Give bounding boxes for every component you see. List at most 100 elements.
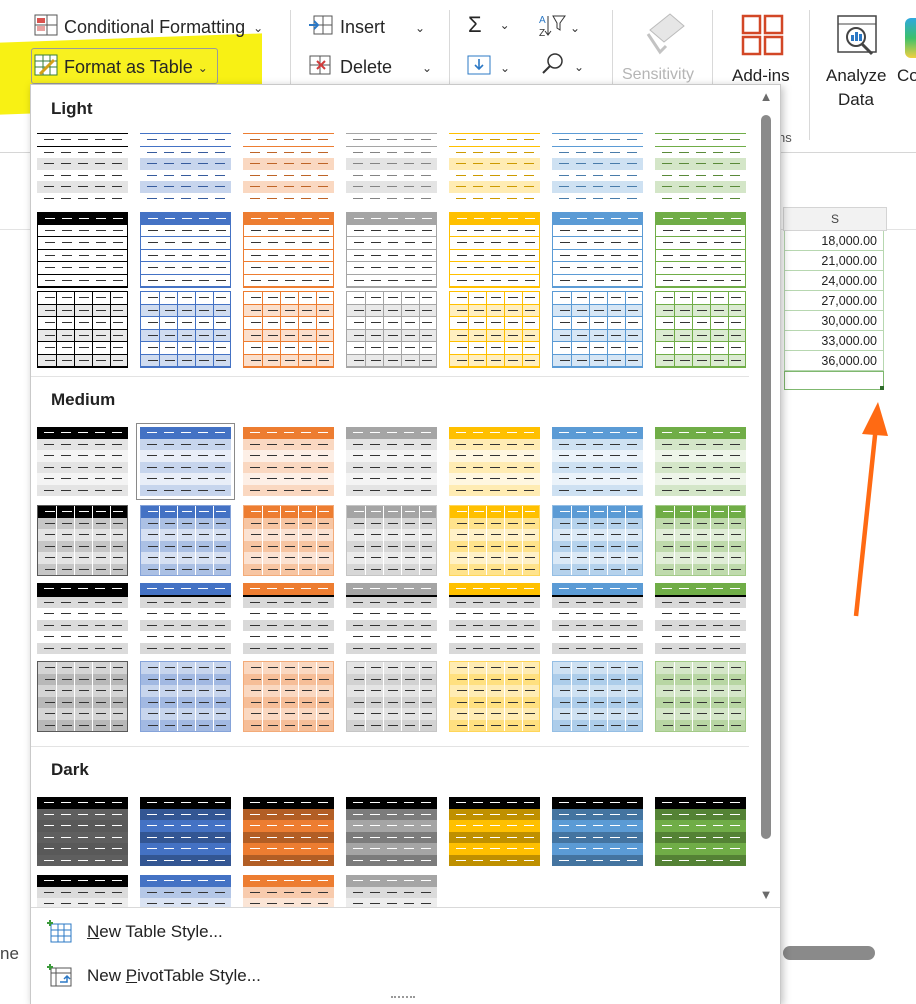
conditional-formatting-button[interactable]: Conditional Formatting ⌄ [34,14,263,41]
sort-filter-button[interactable]: AZ ⌄ [538,12,580,43]
copilot-button-partial[interactable]: Co [897,66,916,86]
table-style-swatch[interactable] [37,427,128,496]
table-style-swatch[interactable] [140,291,231,368]
table-style-swatch[interactable] [655,291,746,368]
sheet-tab-fragment[interactable]: ne [0,944,19,964]
table-style-swatch[interactable] [655,505,746,576]
table-style-swatch[interactable] [655,427,746,496]
table-style-swatch[interactable] [140,661,231,732]
table-style-swatch[interactable] [140,875,231,910]
table-style-swatch[interactable] [243,875,334,910]
cell-s-value[interactable]: 24,000.00 [784,271,884,291]
resize-grip[interactable] [391,996,415,1001]
table-style-swatch[interactable] [552,212,643,288]
cell-s-value[interactable]: 18,000.00 [784,231,884,251]
autosum-button[interactable]: Σ ⌄ [468,12,510,38]
table-style-swatch[interactable] [552,583,643,654]
table-style-swatch[interactable] [37,583,128,654]
table-style-swatch[interactable] [449,797,540,866]
table-style-swatch[interactable] [655,583,746,654]
table-style-swatch[interactable] [140,505,231,576]
table-style-swatch[interactable] [655,797,746,866]
table-style-swatch[interactable] [655,212,746,288]
table-style-swatch[interactable] [346,797,437,866]
table-style-swatch[interactable] [243,661,334,732]
swatch-dash [593,588,603,589]
table-style-swatch[interactable] [243,505,334,576]
swatch-dash [79,690,89,691]
table-style-swatch[interactable] [136,423,235,500]
swatch-dash [370,443,380,445]
table-style-swatch[interactable] [346,133,437,204]
table-style-swatch[interactable] [243,212,334,288]
swatch-dash [525,242,535,243]
column-header-s[interactable]: S [783,207,887,231]
table-style-swatch[interactable] [449,133,540,204]
swatch-row [553,529,642,541]
table-style-swatch[interactable] [140,212,231,288]
table-style-swatch[interactable] [449,291,540,368]
sensitivity-button[interactable]: Sensitivity [622,66,694,84]
table-style-swatch[interactable] [552,427,643,496]
table-style-swatch[interactable] [37,875,128,910]
cell-s-value[interactable]: 36,000.00 [784,351,884,371]
table-style-swatch[interactable] [243,797,334,866]
table-style-swatch[interactable] [552,291,643,368]
insert-button[interactable]: Insert ⌄ [308,14,425,41]
table-style-swatch[interactable] [140,133,231,204]
new-table-style-item[interactable]: New Table Style... [47,912,223,952]
scrollbar-thumb[interactable] [761,115,771,839]
gallery-scrollbar[interactable]: ▲ ▼ [758,89,774,907]
scroll-down-icon[interactable]: ▼ [759,888,773,901]
table-style-swatch[interactable] [655,661,746,732]
table-style-swatch[interactable] [552,505,643,576]
table-style-swatch[interactable] [449,212,540,288]
table-style-swatch[interactable] [449,427,540,496]
table-style-swatch[interactable] [346,291,437,368]
table-style-swatch[interactable] [37,291,128,368]
resize-handle[interactable] [880,386,884,390]
table-style-swatch[interactable] [449,583,540,654]
table-style-swatch[interactable] [552,797,643,866]
table-style-swatch[interactable] [346,212,437,288]
table-style-swatch[interactable] [37,133,128,204]
delete-button[interactable]: Delete ⌄ [308,54,432,81]
analyze-data-label-line1[interactable]: Analyze [826,66,886,86]
table-style-swatch[interactable] [346,875,437,910]
swatch-dash [611,557,621,558]
table-style-swatch[interactable] [37,505,128,576]
swatch-gridline [74,506,75,518]
cell-s-value[interactable]: 21,000.00 [784,251,884,271]
table-style-swatch[interactable] [449,505,540,576]
table-style-swatch[interactable] [243,583,334,654]
fill-button[interactable]: ⌄ [466,54,510,81]
table-style-swatch[interactable] [37,212,128,288]
table-style-swatch[interactable] [346,583,437,654]
format-as-table-button[interactable]: Format as Table ⌄ [34,54,208,81]
swatch-row [450,224,539,237]
table-style-swatch[interactable] [655,133,746,204]
find-select-button[interactable]: ⌄ [540,52,584,81]
table-style-swatch[interactable] [243,291,334,368]
table-style-swatch[interactable] [243,133,334,204]
table-style-swatch[interactable] [346,661,437,732]
table-resize-cell[interactable] [784,371,884,390]
table-style-swatch[interactable] [243,427,334,496]
cell-s-value[interactable]: 30,000.00 [784,311,884,331]
table-style-swatch[interactable] [37,797,128,866]
table-style-swatch[interactable] [140,797,231,866]
table-style-swatch[interactable] [346,505,437,576]
horizontal-scrollbar-thumb[interactable] [783,946,875,960]
table-style-swatch[interactable] [552,133,643,204]
cell-s-value[interactable]: 33,000.00 [784,331,884,351]
scroll-up-icon[interactable]: ▲ [759,90,773,103]
cell-s-value[interactable]: 27,000.00 [784,291,884,311]
add-ins-button[interactable]: Add-ins [732,66,790,86]
table-style-swatch[interactable] [140,583,231,654]
table-style-swatch[interactable] [346,427,437,496]
analyze-data-label-line2[interactable]: Data [838,90,874,110]
table-style-swatch[interactable] [552,661,643,732]
table-style-swatch[interactable] [37,661,128,732]
new-pivottable-style-item[interactable]: New PivotTable Style... [47,956,261,996]
table-style-swatch[interactable] [449,661,540,732]
